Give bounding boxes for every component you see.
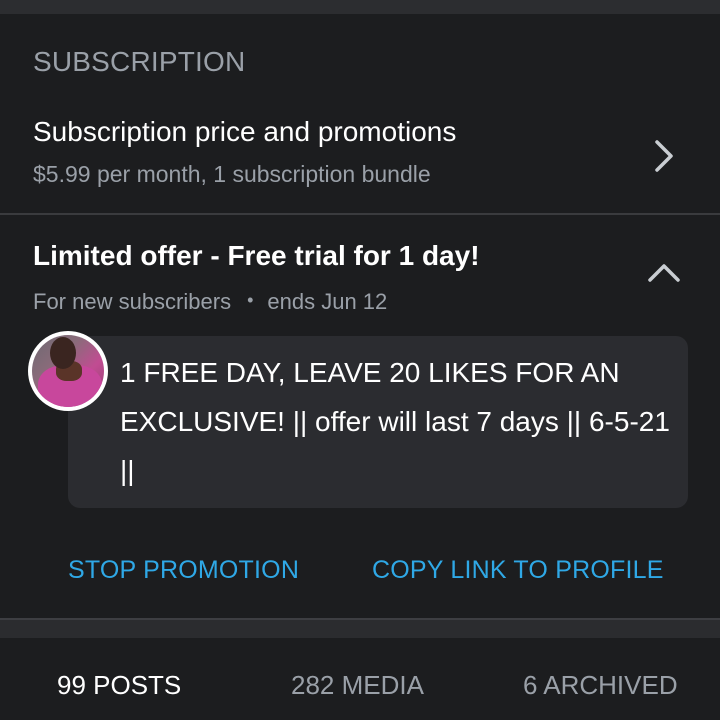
subscription-price-row[interactable]: Subscription price and promotions $5.99 … (0, 104, 720, 214)
offer-message-bubble: 1 FREE DAY, LEAVE 20 LIKES FOR AN EXCLUS… (68, 336, 688, 508)
avatar-image (32, 335, 104, 407)
offer-title: Limited offer - Free trial for 1 day! (33, 240, 480, 271)
offer-actions: STOP PROMOTION COPY LINK TO PROFILE (0, 556, 720, 592)
chevron-up-icon[interactable] (644, 258, 684, 286)
tab-posts[interactable]: 99 POSTS (57, 670, 181, 701)
chevron-right-icon (655, 140, 673, 172)
section-title: SUBSCRIPTION (33, 46, 246, 77)
top-bar (0, 0, 720, 14)
profile-tabs: 99 POSTS 282 MEDIA 6 ARCHIVED (0, 638, 720, 720)
offer-audience: For new subscribers (33, 289, 232, 314)
tab-archived[interactable]: 6 ARCHIVED (523, 670, 678, 701)
tab-media[interactable]: 282 MEDIA (291, 670, 424, 701)
tabs-divider (0, 618, 720, 638)
offer-message: 1 FREE DAY, LEAVE 20 LIKES FOR AN EXCLUS… (120, 357, 670, 486)
copy-link-button[interactable]: COPY LINK TO PROFILE (372, 556, 664, 585)
stop-promotion-button[interactable]: STOP PROMOTION (68, 556, 299, 585)
section-divider (0, 213, 720, 215)
avatar-figure-head (50, 337, 76, 369)
subscription-row-subtitle: $5.99 per month, 1 subscription bundle (33, 161, 431, 187)
subscription-row-title: Subscription price and promotions (33, 116, 457, 147)
offer-end-date: ends Jun 12 (267, 289, 388, 314)
meta-separator: • (247, 290, 254, 310)
avatar[interactable] (28, 331, 108, 411)
offer-meta: For new subscribers • ends Jun 12 (33, 289, 387, 315)
